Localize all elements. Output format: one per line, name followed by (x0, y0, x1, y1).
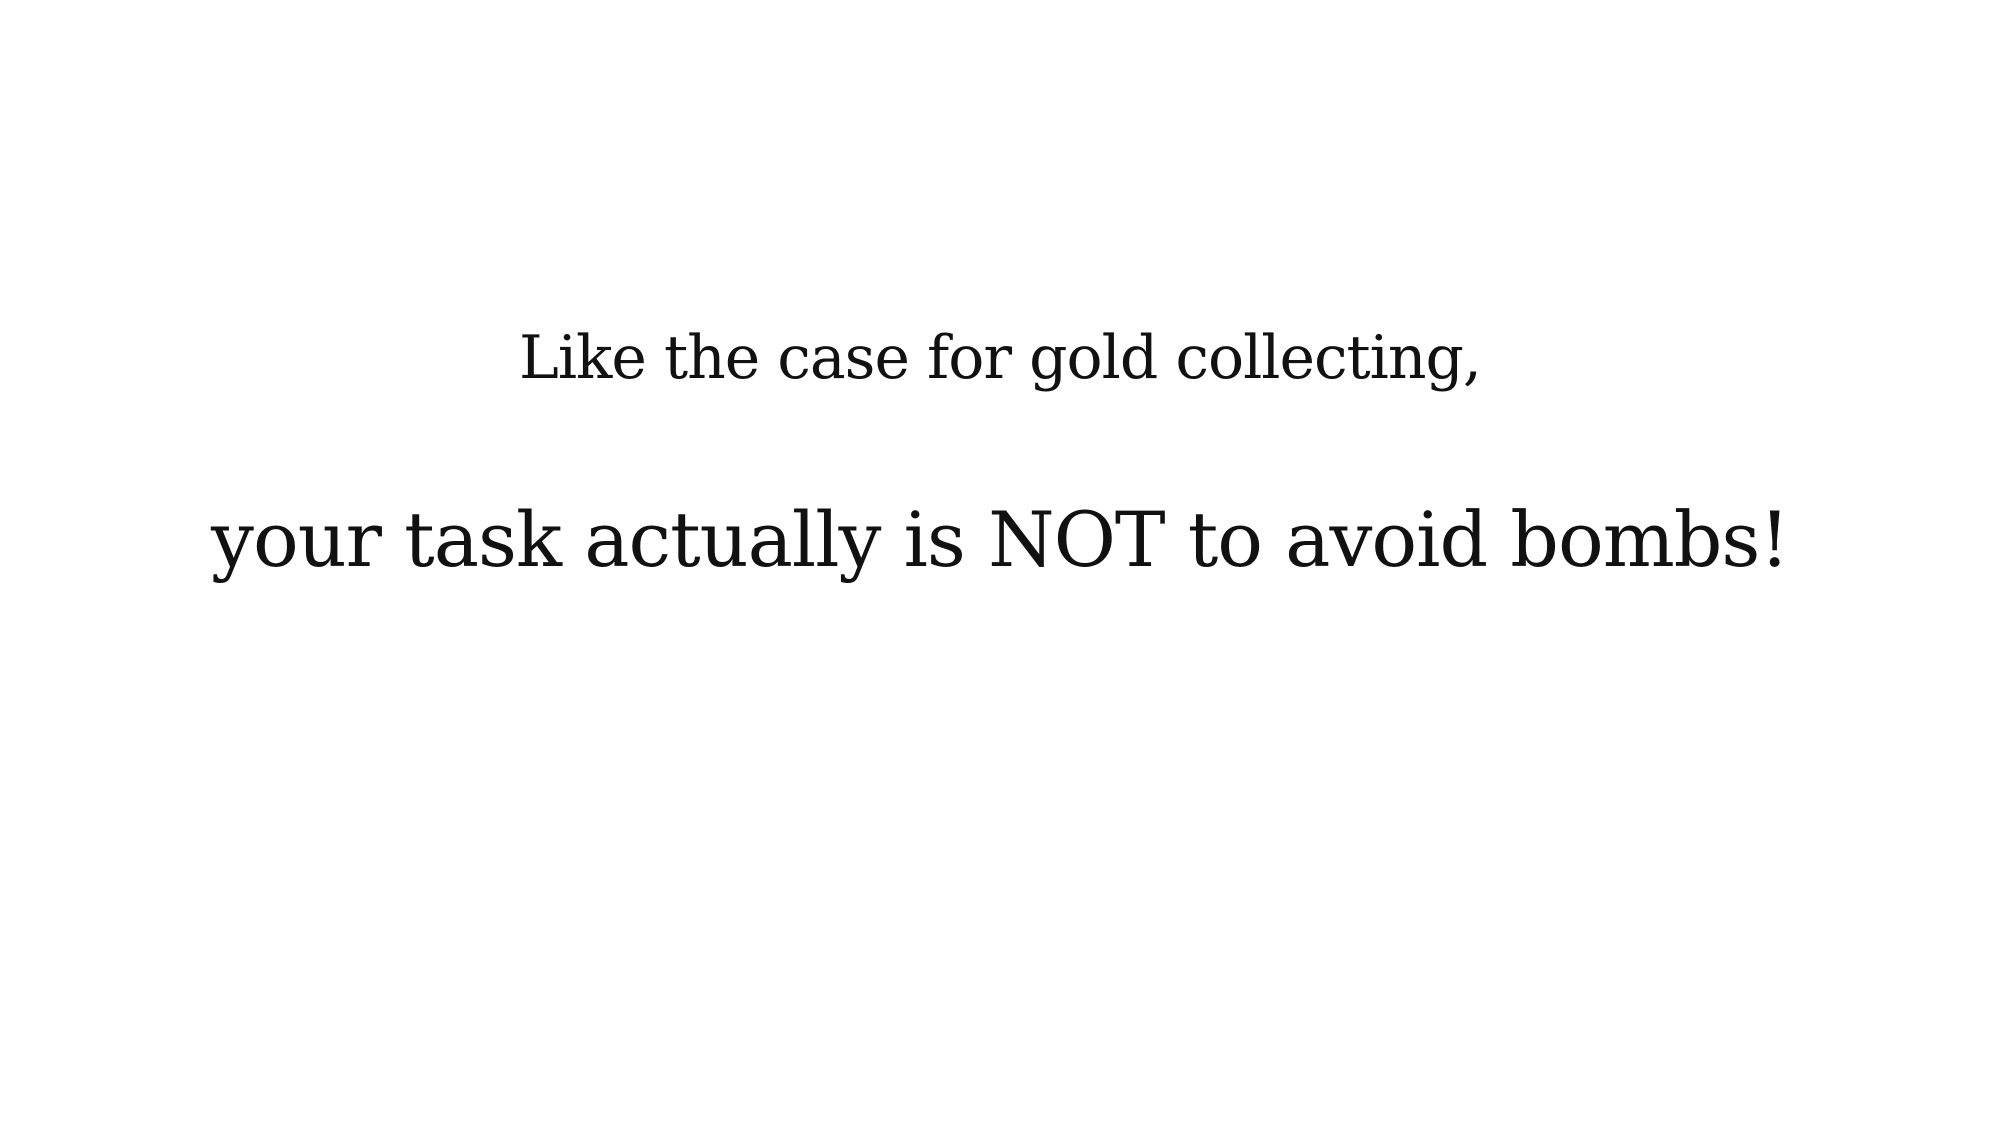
slide: Like the case for gold collecting, your … (0, 0, 2000, 1125)
slide-text-line-1: Like the case for gold collecting, (519, 323, 1482, 393)
slide-text-line-2: your task actually is NOT to avoid bombs… (211, 495, 1790, 584)
